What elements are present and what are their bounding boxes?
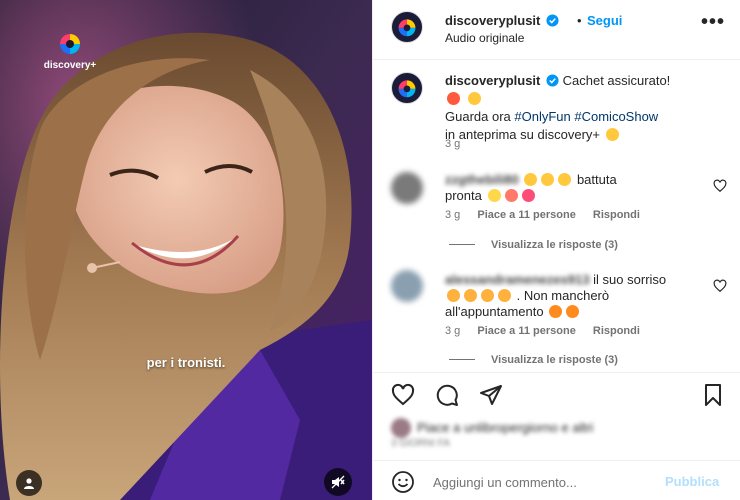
commenter-username[interactable]: zzgthebili80 [445,172,519,187]
comment-bubble-icon[interactable] [435,383,459,407]
comment-time: 3 g [445,209,461,221]
sparkle-emoji-icon [504,189,518,202]
liker-avatar [391,418,411,438]
replies-divider [449,244,475,245]
mute-button[interactable] [324,468,352,496]
more-options-button[interactable]: ••• [701,12,725,40]
audio-label-link[interactable]: Audio originale [445,31,524,45]
like-heart-icon[interactable] [391,383,415,407]
post-action-bar [373,372,740,416]
brand-name: discovery+ [43,60,97,71]
post-header: discoveryplusit • Segui Audio originale … [373,0,740,60]
comment-text: zzgthebili80 battuta pronta [445,172,703,204]
comment-composer: Pubblica [373,460,740,500]
comment-body-a: il suo sorriso [593,272,667,287]
likes-summary-text: Piace a unlibropergiorno e altri [417,420,594,435]
hashtag-onlyfun[interactable]: #OnlyFun [514,109,570,124]
likes-summary[interactable]: Piace a unlibropergiorno e altri 3 GIORN… [391,418,731,450]
comment-likes[interactable]: Piace a 11 persone [477,325,575,337]
commenter-avatar[interactable] [391,172,423,204]
commenter-username[interactable]: alessandramenezes913 [445,272,590,287]
comment-text: alessandramenezes913 il suo sorriso . No… [445,272,703,320]
author-avatar[interactable] [391,11,423,43]
comment-body-c: all'appuntamento [445,304,544,319]
caption-timestamp: 3 g [445,138,461,150]
comment-body-b: pronta [445,188,482,203]
view-replies-button[interactable]: Visualizza le risposte (3) [449,239,618,251]
caption-author-avatar[interactable] [391,72,423,104]
discovery-logo-icon [398,80,416,98]
author-username-link[interactable]: discoveryplusit [445,13,559,28]
reply-button[interactable]: Rispondi [593,209,640,221]
separator-dot: • [577,13,582,28]
caption-line-2: Guarda ora [445,109,515,124]
comment-input[interactable] [433,471,653,493]
caption-line-3: in anteprima su discovery+ [445,127,600,142]
laughing-emoji-icon [467,92,481,105]
post-caption: discoveryplusit Cachet assicurato! Guard… [373,60,740,160]
comment-likes[interactable]: Piace a 11 persone [477,209,575,221]
heart-eyes-emoji-icon [498,289,511,302]
comment-meta: 3 g Piace a 11 persone Rispondi [445,325,654,337]
share-paper-plane-icon[interactable] [479,383,503,407]
like-comment-heart-icon[interactable] [713,179,727,193]
sparkling-heart-emoji-icon [521,189,535,202]
video-subtitle: per i tronisti. [146,355,226,370]
heart-eyes-emoji-icon [464,289,477,302]
comment-body-b: . Non mancherò [516,288,610,303]
comment-body-a: battuta [576,172,617,187]
follow-button[interactable]: Segui [587,13,622,28]
post-details-panel: discoveryplusit • Segui Audio originale … [372,0,740,500]
speaker-muted-icon [331,475,345,489]
comment-time: 3 g [445,325,461,337]
like-comment-heart-icon[interactable] [713,279,727,293]
explosion-emoji-icon [447,92,460,105]
save-bookmark-icon[interactable] [701,383,725,407]
reply-button[interactable]: Rispondi [593,325,640,337]
clap-emoji-icon [541,173,555,186]
clap-emoji-icon [558,173,572,186]
tagged-users-button[interactable] [16,470,42,496]
hashtag-comicoshow[interactable]: #ComicoShow [574,109,658,124]
commenter-avatar[interactable] [391,270,423,302]
discovery-logo-icon [398,19,416,37]
lemon-emoji-icon [487,189,501,202]
video-frame [0,0,372,500]
comment-meta: 3 g Piace a 11 persone Rispondi [445,209,654,221]
emoji-picker-icon[interactable] [391,470,415,494]
user-icon [24,478,34,489]
verified-badge-icon [546,14,559,27]
heart-eyes-emoji-icon [447,289,460,302]
replies-divider [449,359,475,360]
post-date: 3 GIORNI FA [391,438,450,449]
caption-username[interactable]: discoveryplusit [445,73,540,88]
publish-button[interactable]: Pubblica [665,474,719,489]
discovery-logo-icon [60,34,80,54]
clap-emoji-icon [524,173,538,186]
view-replies-button[interactable]: Visualizza le risposte (3) [449,354,618,366]
discovery-plus-watermark: discovery+ [40,32,100,71]
heart-eyes-emoji-icon [481,289,494,302]
video-player[interactable]: discovery+ per i tronisti. [0,0,372,500]
fire-emoji-icon [549,305,563,318]
fire-emoji-icon [566,305,580,318]
view-replies-label: Visualizza le risposte (3) [491,239,618,251]
caption-line-1: Cachet assicurato! [562,73,671,88]
verified-badge-icon [546,74,559,87]
victory-hand-emoji-icon [605,128,619,141]
caption-text: discoveryplusit Cachet assicurato! Guard… [445,72,725,144]
view-replies-label: Visualizza le risposte (3) [491,354,618,366]
instagram-post-view: discovery+ per i tronisti. discoveryplus… [0,0,740,500]
author-username: discoveryplusit [445,13,541,28]
